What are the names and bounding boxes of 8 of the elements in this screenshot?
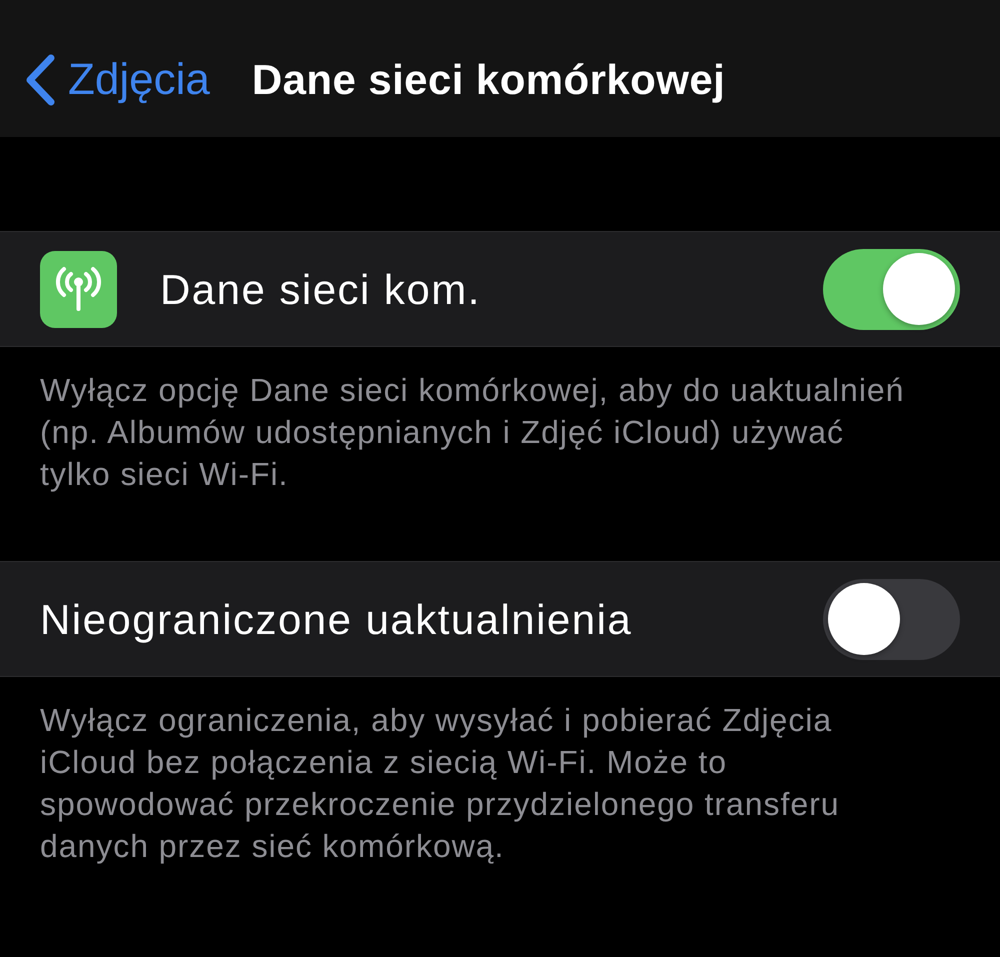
footer-description: Wyłącz opcję Dane sieci komórkowej, aby do uaktualnień (np. Albumów udostępnianych i Zdjęć iCloud) używać tylko sieci Wi-Fi.	[39, 371, 906, 494]
page-title: Dane sieci komórkowej	[252, 55, 726, 105]
antenna-icon	[40, 250, 117, 328]
back-button[interactable]: Zdjęcia	[24, 46, 210, 112]
chevron-left-icon	[24, 52, 56, 106]
setting-label: Dane sieci kom.	[160, 264, 482, 314]
setting-label: Nieograniczone uaktualnienia	[40, 594, 634, 645]
footer-description: Wyłącz ograniczenia, aby wysyłać i pobierać Zdjęcia iCloud bez połączenia z siecią Wi-Fi. Może to spowodować przekroczenie przydzielonego transferu danych przez sieć komórkową.	[39, 701, 840, 866]
